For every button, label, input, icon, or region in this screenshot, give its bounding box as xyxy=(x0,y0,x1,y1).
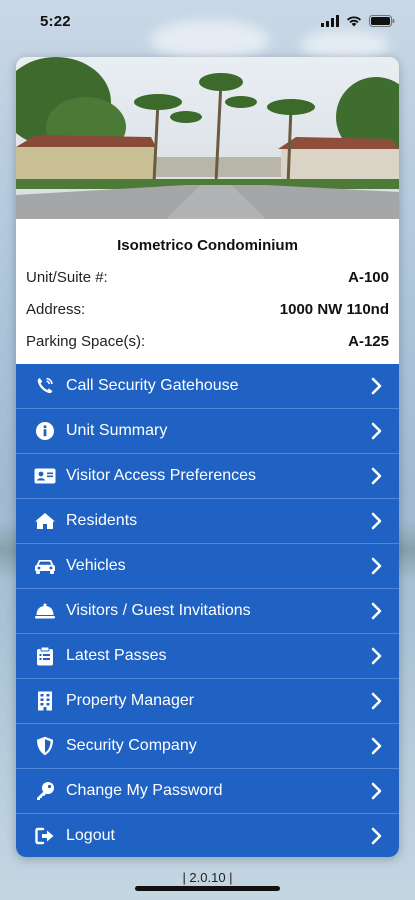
status-time: 5:22 xyxy=(40,13,71,30)
building-icon xyxy=(34,690,56,712)
menu-item-label: Security Company xyxy=(66,737,197,754)
menu-item-label: Visitors / Guest Invitations xyxy=(66,602,251,619)
home-indicator[interactable] xyxy=(135,886,280,891)
main-menu: Call Security Gatehouse Unit Summary Vis… xyxy=(16,364,399,857)
menu-item-label: Latest Passes xyxy=(66,647,167,664)
signal-icon xyxy=(321,14,339,32)
chevron-right-icon xyxy=(371,556,383,576)
key-icon xyxy=(34,780,56,802)
menu-item-property-manager[interactable]: Property Manager xyxy=(16,679,399,724)
home-icon xyxy=(34,510,56,532)
menu-item-vehicles[interactable]: Vehicles xyxy=(16,544,399,589)
menu-item-security-company[interactable]: Security Company xyxy=(16,724,399,769)
menu-item-label: Residents xyxy=(66,512,138,529)
property-photo xyxy=(16,57,399,219)
address-value: 1000 NW 110nd xyxy=(279,300,389,318)
unit-suite-row: Unit/Suite #: A-100 xyxy=(26,267,389,287)
app-version: | 2.0.10 | xyxy=(182,870,233,885)
menu-item-label: Visitor Access Preferences xyxy=(66,467,257,484)
menu-item-call-security-gatehouse[interactable]: Call Security Gatehouse xyxy=(16,364,399,409)
id-card-icon xyxy=(34,465,56,487)
chevron-right-icon xyxy=(371,826,383,846)
chevron-right-icon xyxy=(371,646,383,666)
logout-icon xyxy=(34,825,56,847)
clipboard-icon xyxy=(34,645,56,667)
wifi-icon xyxy=(346,14,362,32)
chevron-right-icon xyxy=(371,781,383,801)
bell-icon xyxy=(34,600,56,622)
unit-suite-label: Unit/Suite #: xyxy=(26,268,108,286)
chevron-right-icon xyxy=(371,376,383,396)
property-name: Isometrico Condominium xyxy=(117,237,298,254)
parking-row: Parking Space(s): A-125 xyxy=(26,331,389,351)
unit-card: Isometrico Condominium Unit/Suite #: A-1… xyxy=(16,57,399,857)
menu-item-unit-summary[interactable]: Unit Summary xyxy=(16,409,399,454)
info-icon xyxy=(34,420,56,442)
chevron-right-icon xyxy=(371,691,383,711)
unit-info-panel: Isometrico Condominium Unit/Suite #: A-1… xyxy=(16,219,399,364)
address-row: Address: 1000 NW 110nd xyxy=(26,299,389,319)
address-label: Address: xyxy=(26,300,86,318)
menu-item-label: Property Manager xyxy=(66,692,195,709)
shield-icon xyxy=(34,735,56,757)
menu-item-label: Call Security Gatehouse xyxy=(66,377,239,394)
menu-item-label: Logout xyxy=(66,827,115,844)
battery-icon xyxy=(369,14,395,32)
status-icons xyxy=(321,14,395,32)
menu-item-label: Change My Password xyxy=(66,782,223,799)
parking-label: Parking Space(s): xyxy=(26,332,146,350)
menu-item-visitors-guest-invitations[interactable]: Visitors / Guest Invitations xyxy=(16,589,399,634)
chevron-right-icon xyxy=(371,601,383,621)
chevron-right-icon xyxy=(371,421,383,441)
menu-item-visitor-access-preferences[interactable]: Visitor Access Preferences xyxy=(16,454,399,499)
phone-icon xyxy=(34,375,56,397)
menu-item-latest-passes[interactable]: Latest Passes xyxy=(16,634,399,679)
menu-item-logout[interactable]: Logout xyxy=(16,814,399,857)
car-icon xyxy=(34,555,56,577)
menu-item-label: Vehicles xyxy=(66,557,126,574)
menu-item-label: Unit Summary xyxy=(66,422,168,439)
chevron-right-icon xyxy=(371,511,383,531)
menu-item-residents[interactable]: Residents xyxy=(16,499,399,544)
parking-value: A-125 xyxy=(348,332,389,350)
menu-item-change-my-password[interactable]: Change My Password xyxy=(16,769,399,814)
chevron-right-icon xyxy=(371,736,383,756)
status-bar: 5:22 xyxy=(0,0,415,44)
chevron-right-icon xyxy=(371,466,383,486)
unit-suite-value: A-100 xyxy=(348,268,389,286)
